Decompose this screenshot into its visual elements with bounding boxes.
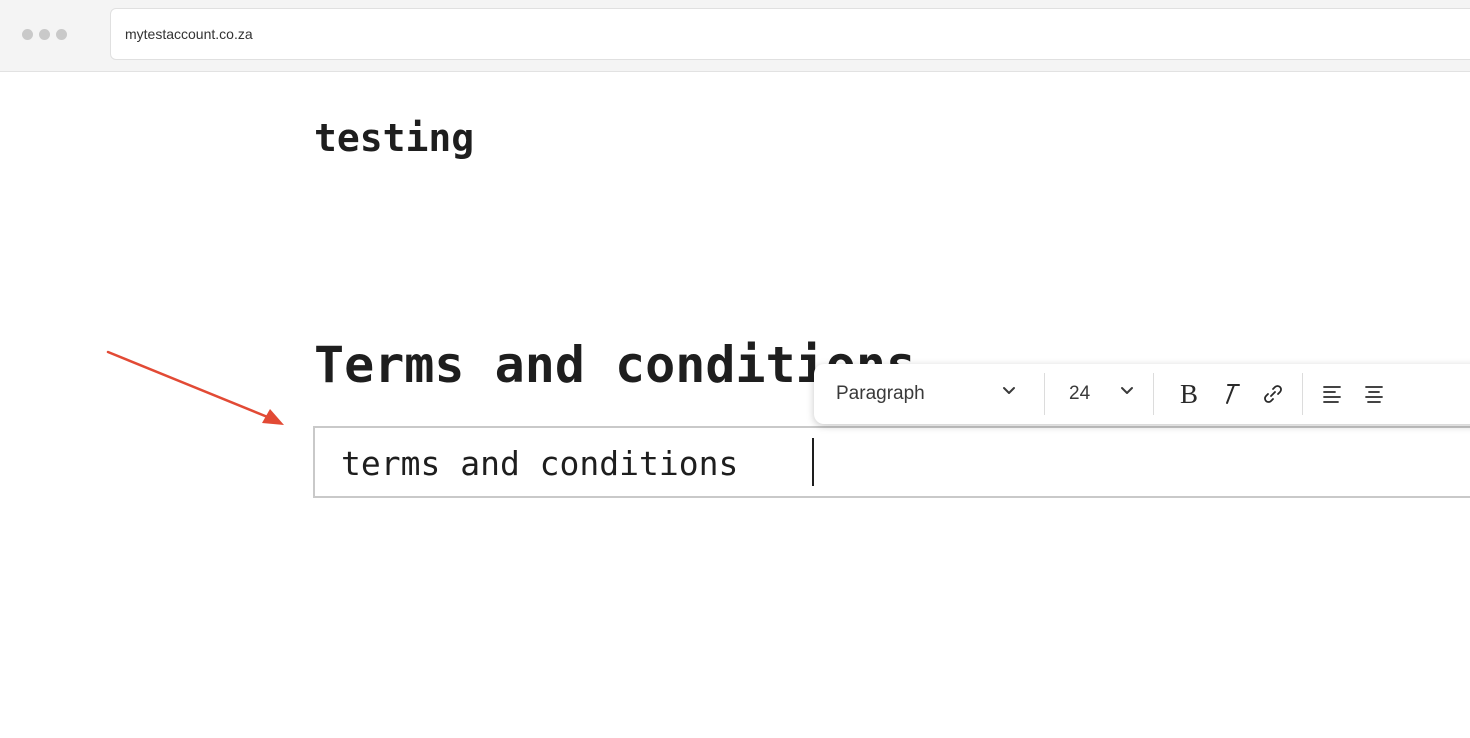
formatting-toolbar: Paragraph 24 B	[814, 364, 1470, 424]
font-size-label: 24	[1069, 383, 1091, 404]
address-bar[interactable]: mytestaccount.co.za	[110, 8, 1470, 60]
url-text: mytestaccount.co.za	[125, 26, 253, 42]
italic-icon	[1226, 384, 1240, 404]
align-left-button[interactable]	[1311, 373, 1353, 415]
block-type-dropdown[interactable]: Paragraph	[814, 364, 1044, 424]
window-dot-icon[interactable]	[22, 29, 33, 40]
align-left-icon	[1323, 386, 1341, 403]
editor-text[interactable]: terms and conditions	[341, 444, 738, 483]
bold-button[interactable]: B	[1168, 373, 1210, 415]
chevron-down-icon	[1002, 383, 1016, 402]
font-size-dropdown[interactable]: 24	[1045, 364, 1153, 424]
block-type-label: Paragraph	[836, 383, 925, 404]
italic-button[interactable]	[1210, 373, 1252, 415]
window-dot-icon[interactable]	[39, 29, 50, 40]
browser-toolbar: mytestaccount.co.za	[0, 0, 1470, 72]
align-center-icon	[1365, 386, 1383, 403]
link-button[interactable]	[1252, 373, 1294, 415]
chevron-down-icon	[1120, 383, 1134, 402]
window-dot-icon[interactable]	[56, 29, 67, 40]
text-caret	[812, 438, 814, 486]
window-controls	[22, 29, 67, 40]
toolbar-divider	[1153, 373, 1154, 415]
align-center-button[interactable]	[1353, 373, 1395, 415]
link-icon	[1264, 385, 1282, 403]
toolbar-divider	[1302, 373, 1303, 415]
page-heading[interactable]: testing	[314, 116, 474, 160]
text-editor-block[interactable]: terms and conditions	[313, 426, 1470, 498]
